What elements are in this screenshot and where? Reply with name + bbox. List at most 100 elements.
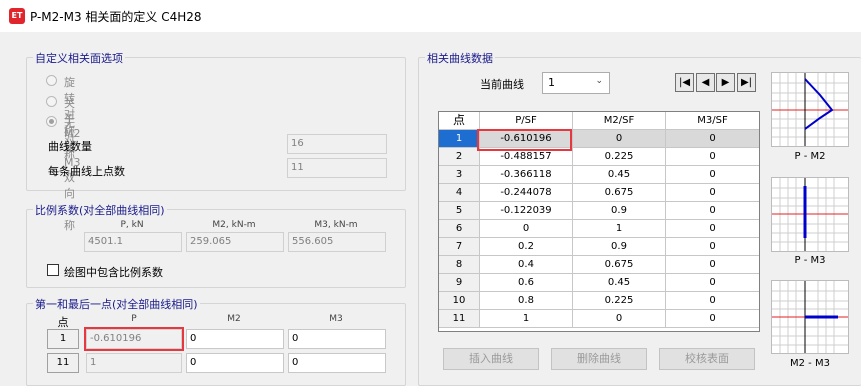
table-cell-m2sf[interactable]: 0.45 bbox=[573, 274, 666, 292]
scale-m2-field[interactable]: 259.065 bbox=[186, 232, 284, 252]
last-curve-button[interactable]: ▶| bbox=[737, 73, 756, 92]
scale-header-m2: M2, kN-m bbox=[212, 220, 256, 230]
endpoints-title: 第一和最后一点(对全部曲线相同) bbox=[33, 296, 200, 312]
table-cell-point[interactable]: 11 bbox=[439, 310, 480, 328]
endpoint-last-index: 11 bbox=[47, 353, 79, 373]
curve-count-field[interactable]: 16 bbox=[287, 134, 387, 154]
table-row[interactable]: 9 0.6 0.45 0 bbox=[439, 274, 759, 292]
title-bar: ET P-M2-M3 相关面的定义 C4H28 bbox=[0, 0, 861, 32]
table-cell-m2sf[interactable]: 0.9 bbox=[573, 202, 666, 220]
points-per-curve-field[interactable]: 11 bbox=[287, 158, 387, 178]
table-cell-m2sf[interactable]: 0.9 bbox=[573, 238, 666, 256]
table-row[interactable]: 3 -0.366118 0.45 0 bbox=[439, 166, 759, 184]
highlight-box bbox=[477, 129, 572, 151]
table-cell-psf[interactable]: -0.244078 bbox=[480, 184, 573, 202]
p-m2-caption: P - M2 bbox=[794, 151, 826, 162]
table-cell-point[interactable]: 4 bbox=[439, 184, 480, 202]
table-row[interactable]: 7 0.2 0.9 0 bbox=[439, 238, 759, 256]
endpoint-last-m3-field[interactable]: 0 bbox=[288, 353, 386, 373]
table-row[interactable]: 5 -0.122039 0.9 0 bbox=[439, 202, 759, 220]
table-cell-point[interactable]: 10 bbox=[439, 292, 480, 310]
table-row[interactable]: 11 1 0 0 bbox=[439, 310, 759, 328]
endpoint-last-p-field[interactable]: 1 bbox=[86, 353, 182, 373]
scale-m3-field[interactable]: 556.605 bbox=[288, 232, 386, 252]
next-icon: ▶ bbox=[721, 77, 730, 88]
table-cell-point[interactable]: 5 bbox=[439, 202, 480, 220]
table-cell-m3sf[interactable]: 0 bbox=[666, 256, 759, 274]
scale-p-field[interactable]: 4501.1 bbox=[84, 232, 182, 252]
table-cell-psf[interactable]: 0.2 bbox=[480, 238, 573, 256]
table-row[interactable]: 8 0.4 0.675 0 bbox=[439, 256, 759, 274]
table-cell-psf[interactable]: 0.6 bbox=[480, 274, 573, 292]
table-cell-psf[interactable]: -0.122039 bbox=[480, 202, 573, 220]
table-row[interactable]: 4 -0.244078 0.675 0 bbox=[439, 184, 759, 202]
insert-curve-button[interactable]: 插入曲线 bbox=[443, 348, 539, 370]
table-cell-point[interactable]: 9 bbox=[439, 274, 480, 292]
table-cell-m3sf[interactable]: 0 bbox=[666, 148, 759, 166]
current-curve-label: 当前曲线 bbox=[480, 78, 524, 91]
endpoints-header-m3: M3 bbox=[329, 314, 343, 324]
scale-header-p: P, kN bbox=[120, 220, 144, 230]
table-cell-m3sf[interactable]: 0 bbox=[666, 184, 759, 202]
endpoint-first-m2-field[interactable]: 0 bbox=[186, 329, 284, 349]
table-cell-m3sf[interactable]: 0 bbox=[666, 130, 759, 148]
p-m3-plot-graphic bbox=[772, 178, 848, 251]
include-scale-label: 绘图中包含比例系数 bbox=[64, 266, 163, 279]
table-cell-psf[interactable]: 1 bbox=[480, 310, 573, 328]
table-row[interactable]: 10 0.8 0.225 0 bbox=[439, 292, 759, 310]
table-cell-m2sf[interactable]: 0 bbox=[573, 310, 666, 328]
include-scale-checkbox[interactable] bbox=[47, 264, 59, 276]
table-header-psf: P/SF bbox=[480, 112, 573, 130]
m2-m3-plot-graphic bbox=[772, 281, 848, 353]
table-cell-psf[interactable]: -0.366118 bbox=[480, 166, 573, 184]
table-cell-psf[interactable]: 0.8 bbox=[480, 292, 573, 310]
check-surface-button[interactable]: 校核表面 bbox=[659, 348, 755, 370]
radio-button[interactable] bbox=[46, 116, 57, 127]
table-cell-point[interactable]: 8 bbox=[439, 256, 480, 274]
custom-options-title: 自定义相关面选项 bbox=[33, 50, 125, 66]
table-cell-psf[interactable]: 0 bbox=[480, 220, 573, 238]
radio-button[interactable] bbox=[46, 96, 57, 107]
table-cell-m2sf[interactable]: 0.675 bbox=[573, 184, 666, 202]
prev-curve-button[interactable]: ◀ bbox=[696, 73, 715, 92]
table-header-point: 点 bbox=[439, 112, 480, 130]
table-cell-point[interactable]: 7 bbox=[439, 238, 480, 256]
table-cell-point[interactable]: 2 bbox=[439, 148, 480, 166]
endpoint-first-m3-field[interactable]: 0 bbox=[288, 329, 386, 349]
endpoint-last-m2-field[interactable]: 0 bbox=[186, 353, 284, 373]
current-curve-select[interactable]: 1 ⌄ bbox=[542, 72, 610, 94]
table-cell-m3sf[interactable]: 0 bbox=[666, 310, 759, 328]
table-cell-m2sf[interactable]: 0.45 bbox=[573, 166, 666, 184]
table-cell-m3sf[interactable]: 0 bbox=[666, 166, 759, 184]
radio-button[interactable] bbox=[46, 75, 57, 86]
table-cell-point[interactable]: 3 bbox=[439, 166, 480, 184]
table-cell-m2sf[interactable]: 0.225 bbox=[573, 148, 666, 166]
table-cell-point[interactable]: 1 bbox=[439, 130, 480, 148]
table-cell-m2sf[interactable]: 1 bbox=[573, 220, 666, 238]
table-cell-m3sf[interactable]: 0 bbox=[666, 274, 759, 292]
current-curve-value: 1 bbox=[548, 76, 555, 89]
table-cell-m3sf[interactable]: 0 bbox=[666, 292, 759, 310]
table-cell-m2sf[interactable]: 0.225 bbox=[573, 292, 666, 310]
skip-first-icon: |◀ bbox=[678, 77, 691, 88]
table-cell-m3sf[interactable]: 0 bbox=[666, 238, 759, 256]
table-cell-m2sf[interactable]: 0.675 bbox=[573, 256, 666, 274]
p-m2-plot bbox=[771, 72, 849, 147]
table-cell-m3sf[interactable]: 0 bbox=[666, 220, 759, 238]
p-m3-plot bbox=[771, 177, 849, 252]
table-cell-m3sf[interactable]: 0 bbox=[666, 202, 759, 220]
first-curve-button[interactable]: |◀ bbox=[675, 73, 694, 92]
next-curve-button[interactable]: ▶ bbox=[716, 73, 735, 92]
table-cell-point[interactable]: 6 bbox=[439, 220, 480, 238]
p-m2-plot-graphic bbox=[772, 73, 848, 146]
table-cell-m2sf[interactable]: 0 bbox=[573, 130, 666, 148]
delete-curve-button[interactable]: 删除曲线 bbox=[551, 348, 647, 370]
curve-count-label: 曲线数量 bbox=[48, 140, 92, 153]
m2-m3-caption: M2 - M3 bbox=[790, 358, 830, 369]
endpoint-first-index: 1 bbox=[47, 329, 79, 349]
table-cell-psf[interactable]: 0.4 bbox=[480, 256, 573, 274]
chevron-down-icon: ⌄ bbox=[595, 76, 603, 86]
curve-data-title: 相关曲线数据 bbox=[425, 50, 495, 66]
table-row[interactable]: 6010 bbox=[439, 220, 759, 238]
scale-factor-title: 比例系数(对全部曲线相同) bbox=[33, 202, 167, 218]
